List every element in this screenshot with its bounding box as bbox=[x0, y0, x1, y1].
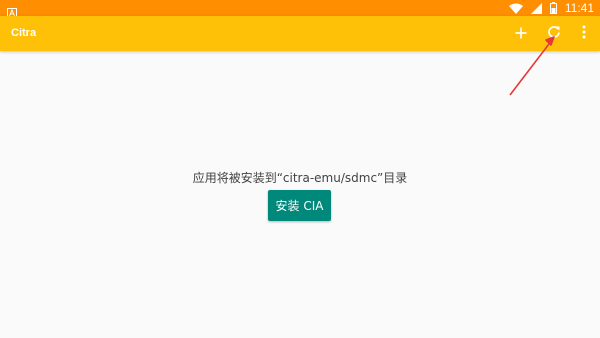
wifi-icon bbox=[508, 0, 523, 18]
more-options-button[interactable] bbox=[572, 16, 596, 51]
install-location-message: 应用将被安装到“citra-emu/sdmc”目录 bbox=[192, 171, 408, 185]
more-vert-icon bbox=[582, 24, 586, 43]
add-icon bbox=[515, 24, 527, 43]
cellular-signal-icon bbox=[530, 0, 542, 18]
status-bar: 11:41 bbox=[0, 0, 600, 18]
refresh-button[interactable] bbox=[542, 16, 566, 51]
app-title: Citra bbox=[11, 27, 37, 39]
app-bar: Citra bbox=[0, 16, 600, 51]
battery-icon bbox=[549, 0, 557, 18]
add-button[interactable] bbox=[509, 16, 533, 51]
install-cia-button[interactable]: 安装 CIA bbox=[268, 190, 331, 221]
refresh-icon bbox=[547, 24, 561, 43]
status-time: 11:41 bbox=[564, 1, 594, 15]
status-icons: 11:41 bbox=[508, 0, 594, 18]
